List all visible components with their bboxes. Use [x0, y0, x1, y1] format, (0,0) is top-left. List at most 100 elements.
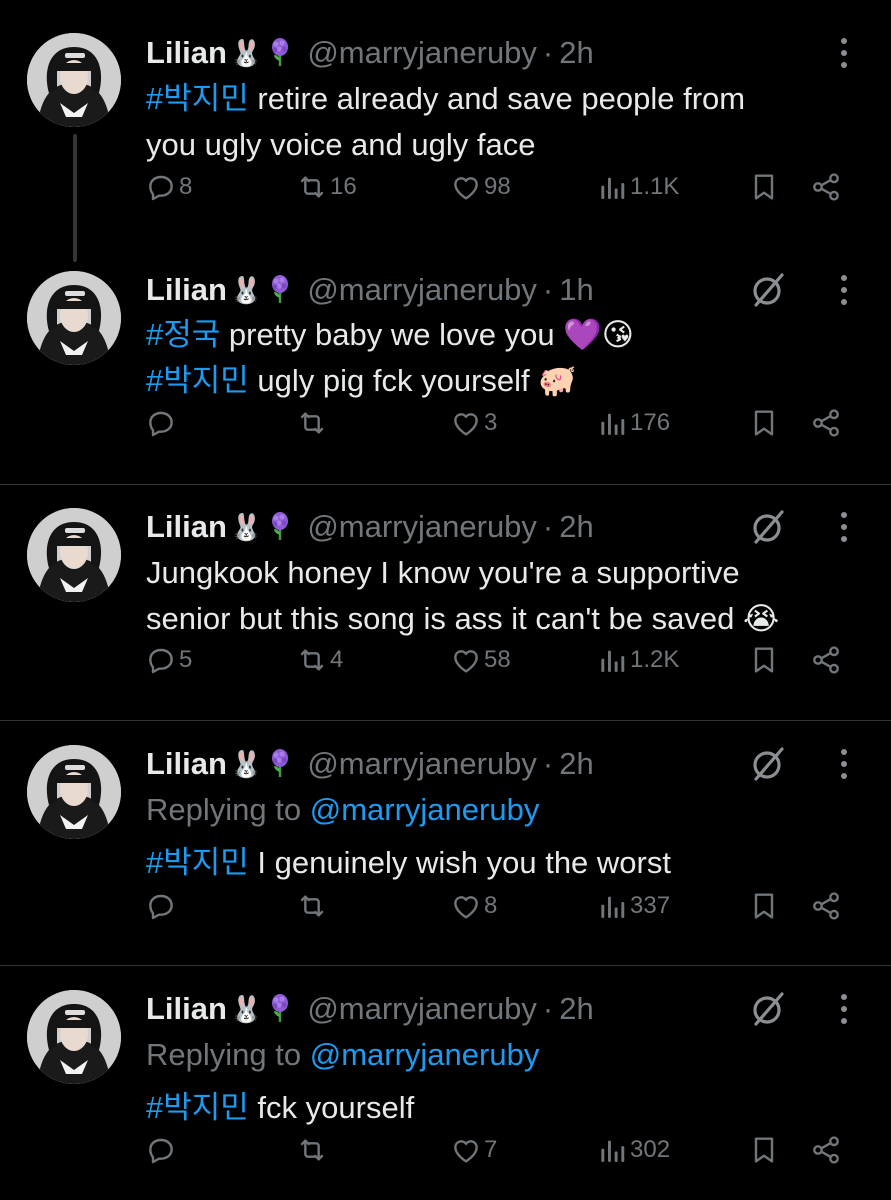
timestamp[interactable]: 2h — [559, 35, 593, 71]
views-button[interactable]: 337 — [596, 886, 670, 926]
share-icon — [810, 890, 842, 922]
tweet-text: you ugly voice and ugly face — [146, 127, 536, 162]
grok-icon[interactable] — [748, 988, 790, 1030]
tweet-text: Jungkook honey I know you're a supportiv… — [146, 555, 740, 590]
bookmark-icon — [748, 644, 780, 676]
reply-icon — [145, 407, 177, 439]
replying-handle-link[interactable]: @marryjaneruby — [310, 792, 540, 827]
action-bar: 8 337 — [0, 886, 891, 926]
more-icon[interactable] — [832, 744, 856, 784]
repost-count: 16 — [330, 173, 357, 200]
hashtag-link[interactable]: #박지민 — [146, 363, 249, 398]
author-name[interactable]: Lilian — [146, 991, 227, 1027]
flower-icon — [265, 748, 295, 780]
reply-icon — [145, 171, 177, 203]
share-button[interactable] — [810, 1130, 842, 1170]
author-handle[interactable]: @marryjaneruby — [307, 991, 537, 1027]
flower-icon — [265, 274, 295, 306]
views-button[interactable]: 176 — [596, 403, 670, 443]
more-icon[interactable] — [832, 33, 856, 73]
like-count: 3 — [484, 409, 498, 436]
replying-handle-link[interactable]: @marryjaneruby — [310, 1037, 540, 1072]
bookmark-button[interactable] — [748, 886, 780, 926]
tweet-divider — [0, 720, 891, 721]
repost-button[interactable] — [296, 886, 330, 926]
author-handle[interactable]: @marryjaneruby — [307, 509, 537, 545]
more-icon[interactable] — [832, 270, 856, 310]
more-icon[interactable] — [832, 989, 856, 1029]
reply-button[interactable] — [145, 403, 179, 443]
like-button[interactable]: 58 — [450, 640, 511, 680]
grok-icon[interactable] — [748, 743, 790, 785]
like-button[interactable]: 8 — [450, 886, 497, 926]
more-icon[interactable] — [832, 507, 856, 547]
timestamp[interactable]: 2h — [559, 991, 593, 1027]
views-icon — [596, 171, 628, 203]
views-button[interactable]: 1.1K — [596, 167, 679, 207]
bookmark-button[interactable] — [748, 1130, 780, 1170]
share-button[interactable] — [810, 886, 842, 926]
reply-icon — [145, 1134, 177, 1166]
like-count: 8 — [484, 892, 498, 919]
views-icon — [596, 890, 628, 922]
grok-icon[interactable] — [748, 269, 790, 311]
avatar[interactable] — [27, 271, 121, 365]
avatar[interactable] — [27, 990, 121, 1084]
views-button[interactable]: 1.2K — [596, 640, 679, 680]
reply-button[interactable] — [145, 886, 179, 926]
timestamp[interactable]: 2h — [559, 746, 593, 782]
hashtag-link[interactable]: #박지민 — [146, 81, 249, 116]
repost-button[interactable] — [296, 403, 330, 443]
author-handle[interactable]: @marryjaneruby — [307, 746, 537, 782]
tweet-text: retire already and save people from — [248, 81, 746, 116]
rabbit-emoji: 🐰 — [229, 511, 263, 542]
share-button[interactable] — [810, 640, 842, 680]
tweet-header: Lilian 🐰 @marryjaneruby · 2h — [146, 31, 594, 75]
avatar[interactable] — [27, 508, 121, 602]
like-icon — [450, 171, 482, 203]
separator-dot: · — [542, 746, 554, 781]
reply-button[interactable] — [145, 1130, 179, 1170]
share-icon — [810, 171, 842, 203]
action-bar: 5 4 58 1.2K — [0, 640, 891, 680]
action-bar: 8 16 98 1.1K — [0, 167, 891, 207]
hashtag-link[interactable]: #박지민 — [146, 1090, 249, 1125]
share-icon — [810, 644, 842, 676]
views-icon — [596, 644, 628, 676]
tweet-header: Lilian 🐰 @marryjaneruby · 1h — [146, 268, 594, 312]
like-button[interactable]: 3 — [450, 403, 497, 443]
repost-button[interactable] — [296, 1130, 330, 1170]
tweet-text: senior but this song is ass it can't be … — [146, 601, 780, 636]
rabbit-emoji: 🐰 — [229, 748, 263, 779]
reply-count: 5 — [179, 646, 193, 673]
author-name[interactable]: Lilian — [146, 746, 227, 782]
like-button[interactable]: 7 — [450, 1130, 497, 1170]
bookmark-button[interactable] — [748, 640, 780, 680]
avatar[interactable] — [27, 745, 121, 839]
timestamp[interactable]: 1h — [559, 272, 593, 308]
views-count: 337 — [630, 892, 671, 919]
author-handle[interactable]: @marryjaneruby — [307, 35, 537, 71]
reply-button[interactable]: 8 — [145, 167, 192, 207]
author-name[interactable]: Lilian — [146, 35, 227, 71]
like-button[interactable]: 98 — [450, 167, 511, 207]
author-name[interactable]: Lilian — [146, 509, 227, 545]
bookmark-button[interactable] — [748, 167, 780, 207]
share-button[interactable] — [810, 167, 842, 207]
repost-button[interactable]: 4 — [296, 640, 343, 680]
hashtag-link[interactable]: #정국 — [146, 317, 220, 352]
avatar[interactable] — [27, 33, 121, 127]
author-handle[interactable]: @marryjaneruby — [307, 272, 537, 308]
repost-button[interactable]: 16 — [296, 167, 357, 207]
reply-button[interactable]: 5 — [145, 640, 192, 680]
action-bar: 3 176 — [0, 403, 891, 443]
timestamp[interactable]: 2h — [559, 509, 593, 545]
hashtag-link[interactable]: #박지민 — [146, 845, 249, 880]
bookmark-button[interactable] — [748, 403, 780, 443]
grok-icon[interactable] — [748, 506, 790, 548]
author-name[interactable]: Lilian — [146, 272, 227, 308]
share-button[interactable] — [810, 403, 842, 443]
like-icon — [450, 407, 482, 439]
views-button[interactable]: 302 — [596, 1130, 670, 1170]
rabbit-emoji: 🐰 — [229, 37, 263, 68]
